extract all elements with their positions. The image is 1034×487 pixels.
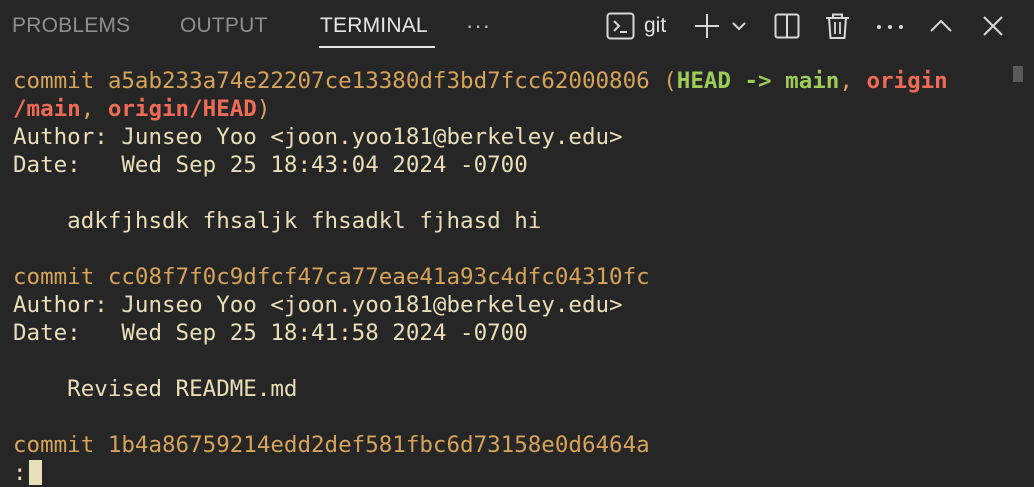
chevron-down-icon (731, 12, 747, 40)
terminal-scrollbar[interactable] (1013, 66, 1023, 82)
commit-line: commit cc08f7f0c9dfcf47ca77eae41a93c4dfc… (13, 264, 650, 290)
terminal-cursor (28, 460, 42, 485)
commit-hash: a5ab233a74e22207ce13380df3bd7fcc62000806 (107, 68, 650, 94)
tab-problems[interactable]: PROBLEMS (12, 14, 130, 38)
shell-label: git (644, 14, 667, 37)
ref-separator: , (80, 96, 108, 122)
author-line: Author: Junseo Yoo <joon.yoo181@berkeley… (13, 292, 623, 318)
launch-profile-button[interactable] (731, 12, 747, 40)
plus-icon (693, 12, 721, 40)
commit-message: Revised README.md (13, 376, 298, 402)
maximize-panel-button[interactable] (929, 12, 953, 40)
date-line: Date: Wed Sep 25 18:41:58 2024 -0700 (13, 320, 528, 346)
tab-output[interactable]: OUTPUT (180, 14, 268, 38)
origin-head-ref: origin/HEAD (107, 96, 257, 122)
date-line: Date: Wed Sep 25 18:43:04 2024 -0700 (13, 152, 528, 178)
chevron-up-icon (929, 12, 953, 40)
commit-line: commit a5ab233a74e22207ce13380df3bd7fcc6… (13, 67, 948, 95)
more-tabs-icon[interactable]: ··· (466, 13, 491, 39)
pager-prompt[interactable]: : (13, 459, 42, 487)
terminal-output[interactable]: commit a5ab233a74e22207ce13380df3bd7fcc6… (0, 66, 1004, 486)
author-line: Author: Junseo Yoo <joon.yoo181@berkeley… (13, 124, 623, 150)
split-terminal-button[interactable] (774, 12, 800, 40)
origin-ref: origin (866, 68, 948, 94)
ref-close-paren: ) (256, 96, 271, 122)
ref-separator: , (839, 68, 867, 94)
close-panel-button[interactable] (982, 12, 1004, 40)
head-ref: HEAD -> main (676, 68, 840, 94)
tab-terminal[interactable]: TERMINAL (320, 14, 428, 38)
prompt-colon: : (13, 460, 27, 486)
kill-terminal-button[interactable] (825, 12, 850, 40)
close-icon (982, 12, 1004, 40)
more-icon (876, 12, 904, 40)
split-icon (774, 12, 800, 40)
new-terminal-button[interactable] (693, 12, 721, 40)
ref-open-paren: ( (649, 68, 677, 94)
panel-header: PROBLEMS OUTPUT TERMINAL ··· git (0, 0, 1034, 52)
commit-label: commit (13, 68, 108, 94)
terminal-shell-selector[interactable]: git (606, 12, 666, 40)
commit-message: adkfjhsdk fhsaljk fhsadkl fjhasd hi (13, 208, 542, 234)
active-tab-indicator (319, 46, 435, 48)
terminal-icon (606, 12, 635, 40)
commit-line: commit 1b4a86759214edd2def581fbc6d73158e… (13, 432, 650, 458)
more-actions-button[interactable] (876, 12, 904, 40)
origin-ref-wrap: /main (13, 96, 81, 122)
commit-line-wrap: /main, origin/HEAD) (13, 95, 270, 123)
trash-icon (825, 12, 850, 40)
